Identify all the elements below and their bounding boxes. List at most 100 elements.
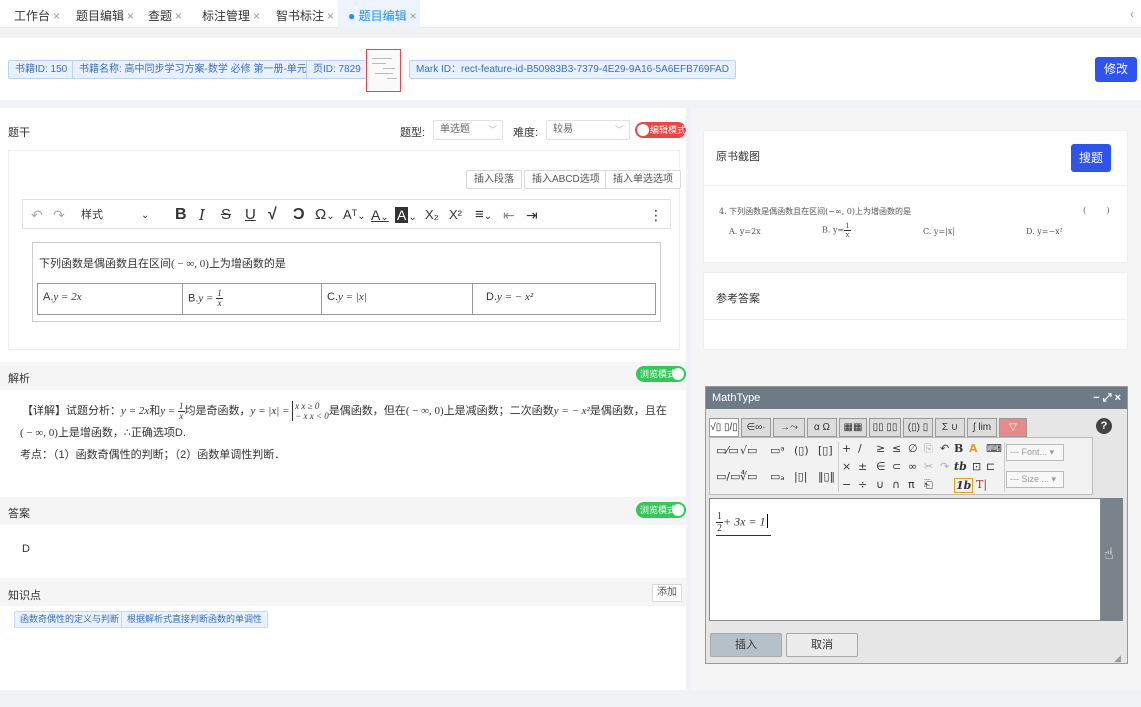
pi-icon[interactable]: π (908, 478, 915, 491)
undo-icon[interactable]: ↶ (940, 442, 949, 455)
type-select[interactable]: 单选题 ﹀ (433, 120, 503, 140)
mathtype-cancel-button[interactable]: 取消 (786, 633, 858, 657)
parentheses-icon[interactable]: (▯) (794, 444, 809, 457)
text-color-icon[interactable]: A (969, 442, 978, 455)
plus-minus-icon[interactable]: ± (858, 460, 867, 473)
strikethrough-icon[interactable]: S (221, 200, 231, 230)
handwriting-panel-toggle[interactable]: ☝ (1101, 498, 1123, 621)
close-icon[interactable]: × (253, 9, 260, 23)
window-controls-icon[interactable]: − ⤢ × (1093, 387, 1121, 409)
option-a[interactable]: A.y = 2x (38, 284, 183, 314)
answer-browse-toggle[interactable]: 浏览模式 (636, 502, 686, 518)
mathtype-tab-matrix[interactable]: ▦▦ (839, 418, 867, 437)
union-icon[interactable]: ∪ (876, 478, 884, 491)
sqrt-icon[interactable]: √▭ (740, 444, 757, 457)
close-icon[interactable]: × (327, 9, 334, 23)
math-mode-icon[interactable]: 1b (954, 478, 974, 493)
tab-question-edit[interactable]: 题目编辑 × (76, 7, 134, 24)
superscript-template-icon[interactable]: ▭ᵃ (770, 444, 785, 457)
indent-icon[interactable]: ⇥ (526, 200, 538, 230)
text-effect-icon[interactable]: ⌨ (986, 442, 1002, 455)
page-thumbnail[interactable] (366, 49, 401, 92)
edit-mode-toggle[interactable]: 编辑模式 (635, 122, 686, 138)
more-options-icon[interactable]: ⋮ (649, 200, 663, 230)
background-color-icon[interactable]: A ⌄ (395, 200, 417, 230)
size-select[interactable]: --- Size ... ▾ (1006, 471, 1064, 488)
resize-grip-icon[interactable]: ◢ (1114, 653, 1121, 664)
difficulty-select[interactable]: 较易 ﹀ (546, 120, 630, 140)
close-icon[interactable]: × (175, 9, 182, 23)
subscript-icon[interactable]: X₂ (425, 200, 439, 230)
bold-icon[interactable]: B (175, 200, 187, 230)
option-b[interactable]: B.y = 1x (183, 284, 322, 314)
italic-text-icon[interactable]: tb (954, 460, 967, 473)
mathtype-formula-icon[interactable]: √ (268, 200, 277, 230)
frame-icon[interactable]: ⊡ (972, 460, 981, 473)
font-color-icon[interactable]: A⌄ (371, 200, 389, 230)
special-char-icon[interactable]: Ω⌄ (315, 200, 335, 230)
edit-button[interactable]: 修改 (1095, 57, 1137, 82)
equation-editor[interactable]: 1 2 + 3x = 1 (709, 498, 1101, 621)
text-mode-icon[interactable]: T| (976, 478, 987, 491)
chemtype-icon[interactable]: Ͻ (293, 200, 305, 230)
knowledge-chip[interactable]: 函数奇偶性的定义与判断 (14, 611, 126, 628)
mathtype-tab-arrows[interactable]: →⤳ (773, 418, 805, 437)
plus-icon[interactable]: + (842, 442, 851, 455)
times-icon[interactable]: × (842, 460, 851, 473)
element-of-icon[interactable]: ∈ (876, 460, 886, 473)
knowledge-chip[interactable]: 根据解析式直接判断函数的单调性 (121, 611, 269, 628)
insert-paragraph-button[interactable]: 插入段落 (466, 170, 522, 189)
mathtype-tab-symbols[interactable]: ∈∞· (741, 418, 771, 437)
tab-smart-book-annotate[interactable]: 智书标注 × (276, 7, 334, 24)
geq-icon[interactable]: ≥ (876, 442, 885, 455)
tab-annotation-manage[interactable]: 标注管理 × (202, 7, 260, 24)
intersection-icon[interactable]: ∩ (892, 478, 900, 491)
subset-icon[interactable]: ⊂ (892, 460, 901, 473)
divide-slash-icon[interactable]: / (858, 442, 862, 455)
empty-set-icon[interactable]: ∅ (908, 442, 918, 455)
nth-root-icon[interactable]: ∜▭ (740, 470, 757, 483)
add-knowledge-button[interactable]: 添加 (652, 584, 682, 602)
norm-icon[interactable]: ‖▯‖ (818, 470, 835, 483)
tab-workbench[interactable]: 工作台 × (14, 7, 60, 24)
outdent-icon[interactable]: ⇤ (503, 200, 515, 230)
insert-single-option-button[interactable]: 插入单选选项 (605, 170, 681, 189)
close-icon[interactable]: × (410, 9, 417, 23)
tab-scroll-left-icon[interactable]: ‹ (1130, 7, 1134, 21)
cut-icon[interactable]: ✂ (924, 460, 933, 473)
subscript-template-icon[interactable]: ▭ₐ (770, 470, 785, 483)
superscript-icon[interactable]: X² (449, 200, 462, 230)
mathtype-titlebar[interactable]: MathType − ⤢ × (706, 387, 1127, 409)
insert-abcd-button[interactable]: 插入ABCD选项 (524, 170, 608, 189)
italic-icon[interactable]: I (199, 200, 205, 230)
underline-icon[interactable]: U (245, 200, 256, 230)
mathtype-tab-sums[interactable]: Σ ∪ (935, 418, 965, 437)
close-icon[interactable]: × (53, 9, 60, 23)
redo-icon[interactable]: ↷ (940, 460, 949, 473)
redo-icon[interactable]: ↷ (53, 200, 65, 230)
mathtype-tab-brackets[interactable]: (▯) ▯ (903, 418, 933, 437)
close-icon[interactable]: × (127, 9, 134, 23)
option-d[interactable]: D.y = − x² (473, 284, 655, 314)
style-dropdown[interactable]: 样式 ⌄ (81, 200, 149, 230)
mathtype-insert-button[interactable]: 插入 (710, 633, 782, 657)
infinity-icon[interactable]: ∞ (908, 460, 917, 473)
align-icon[interactable]: ≡⌄ (475, 200, 492, 230)
paste-icon[interactable]: ⎗ (924, 478, 933, 492)
question-content-box[interactable]: 下列函数是偶函数且在区间( − ∞, 0)上为增函数的是 A.y = 2x B.… (32, 242, 661, 322)
option-c[interactable]: C.y = |x| (322, 284, 473, 314)
absolute-value-icon[interactable]: |▯| (794, 470, 807, 483)
copy-icon[interactable]: ⎘ (924, 442, 933, 456)
font-select[interactable]: --- Font... ▾ (1006, 444, 1064, 461)
analysis-browse-toggle[interactable]: 浏览模式 (636, 366, 686, 382)
fraction-icon[interactable]: ▭⁄▭ (716, 444, 739, 457)
tab-search-question[interactable]: 查题 × (148, 7, 182, 24)
minus-icon[interactable]: − (842, 478, 851, 491)
leq-icon[interactable]: ≤ (892, 442, 901, 455)
tab-question-edit-active[interactable]: ● 题目编辑 × (348, 7, 417, 24)
mathtype-tab-chem[interactable]: ▽ (999, 418, 1027, 437)
mathtype-tab-fractions[interactable]: √▯ ▯/▯ (709, 418, 739, 437)
bold-icon[interactable]: B (954, 442, 963, 455)
mathtype-tab-scripts[interactable]: ▯▯ ▯▯ (869, 418, 901, 437)
mathtype-tab-calculus[interactable]: ∫ lim (967, 418, 997, 437)
